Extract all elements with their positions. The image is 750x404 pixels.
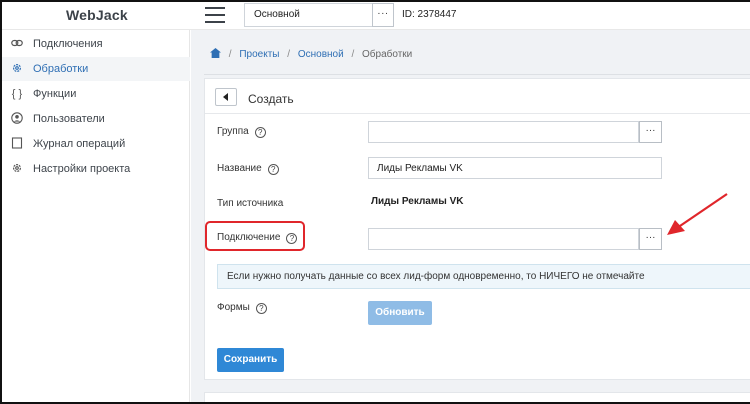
breadcrumb-separator: / <box>351 49 355 60</box>
project-select[interactable]: Основной <box>244 3 372 27</box>
help-icon[interactable]: ? <box>254 127 266 138</box>
braces-icon: { } <box>11 88 23 100</box>
name-field[interactable]: Лиды Рекламы VK <box>368 157 662 179</box>
sidebar-item-label: Обработки <box>33 63 89 75</box>
save-button[interactable]: Сохранить <box>217 348 284 372</box>
refresh-button[interactable]: Обновить <box>368 301 432 325</box>
name-label-text: Название <box>217 163 262 174</box>
help-icon[interactable]: ? <box>267 164 279 175</box>
connection-field[interactable] <box>368 228 639 250</box>
connection-label: Подключение? <box>217 232 298 244</box>
link-icon <box>10 37 24 51</box>
sidebar-item-label: Настройки проекта <box>33 163 131 175</box>
breadcrumb-separator: / <box>228 49 232 60</box>
sidebar-item-label: Журнал операций <box>33 138 126 150</box>
help-icon[interactable]: ? <box>255 303 267 314</box>
sidebar-item-label: Подключения <box>33 38 103 50</box>
group-field[interactable] <box>368 121 639 143</box>
main-content: / Проекты / Основной / Обработки Создать… <box>191 30 750 404</box>
project-more-button[interactable]: ··· <box>372 3 394 27</box>
name-label: Название? <box>217 163 279 175</box>
divider <box>204 74 750 75</box>
breadcrumb-separator: / <box>287 49 291 60</box>
breadcrumb-current: Обработки <box>362 49 413 60</box>
forms-label: Формы? <box>217 302 267 314</box>
forms-label-text: Формы <box>217 302 250 313</box>
divider <box>205 113 750 114</box>
top-bar: WebJack Основной ··· ID: 2378447 <box>0 0 750 30</box>
sidebar-item-label: Функции <box>33 88 77 100</box>
home-icon[interactable] <box>210 48 221 58</box>
back-button[interactable] <box>215 88 237 106</box>
annotation-arrow <box>667 193 728 235</box>
help-icon[interactable]: ? <box>286 233 298 244</box>
create-form-card: Создать Группа? ··· Название? Лиды Рекла… <box>204 78 750 380</box>
app-logo[interactable]: WebJack <box>66 7 128 23</box>
sidebar-item-processing[interactable]: Обработки <box>2 57 190 81</box>
source-type-value: Лиды Рекламы VK <box>371 196 464 207</box>
group-label: Группа? <box>217 126 266 138</box>
source-type-label: Тип источника <box>217 198 284 209</box>
form-title: Создать <box>248 92 294 106</box>
sidebar-item-operations-log[interactable]: Журнал операций <box>2 132 190 156</box>
group-label-text: Группа <box>217 126 249 137</box>
sidebar-item-connections[interactable]: Подключения <box>2 32 190 56</box>
project-id: ID: 2378447 <box>402 9 457 20</box>
sidebar-item-users[interactable]: Пользователи <box>2 107 190 131</box>
breadcrumb-project[interactable]: Основной <box>298 49 344 60</box>
user-icon <box>10 112 24 126</box>
settings-icon <box>10 162 24 176</box>
gear-icon <box>10 62 24 76</box>
sidebar-item-project-settings[interactable]: Настройки проекта <box>2 157 190 181</box>
menu-icon[interactable] <box>205 7 225 23</box>
sidebar-item-functions[interactable]: { } Функции <box>2 82 190 106</box>
breadcrumb-projects[interactable]: Проекты <box>239 49 279 60</box>
breadcrumb: / Проекты / Основной / Обработки <box>210 48 412 60</box>
connection-label-text: Подключение <box>217 232 281 243</box>
log-icon <box>10 137 24 151</box>
sidebar: Подключения Обработки { } Функции Пользо… <box>2 30 190 404</box>
sidebar-item-label: Пользователи <box>33 113 105 125</box>
group-select-button[interactable]: ··· <box>639 121 662 143</box>
secondary-card <box>204 392 750 404</box>
